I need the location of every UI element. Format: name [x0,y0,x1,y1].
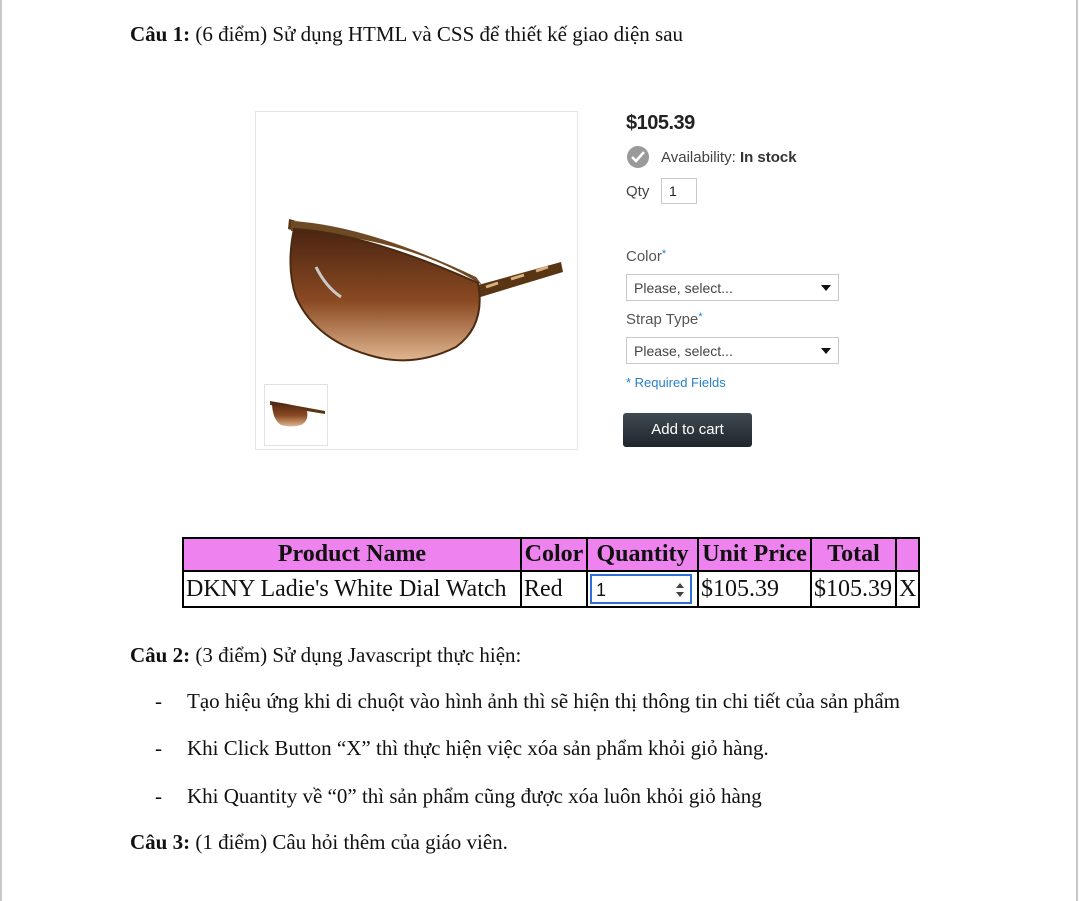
chevron-down-icon [821,348,831,354]
cart-table: Product Name Color Quantity Unit Price T… [182,537,921,608]
header-unit-price: Unit Price [697,537,812,572]
availability-status: Availability: In stock [661,149,797,166]
question-1-text: (6 điểm) Sử dụng HTML và CSS để thiết kế… [190,22,684,46]
color-select-value: Please, select... [634,280,733,296]
page-left-rule [0,0,2,901]
header-remove [894,537,921,572]
availability-label: Availability: [661,149,736,166]
availability-value: In stock [739,149,797,166]
strap-type-select[interactable]: Please, select... [626,337,839,364]
list-item-text: Khi Click Button “X” thì thực hiện việc … [187,736,769,760]
quantity-stepper[interactable]: 1 [590,574,692,604]
add-to-cart-button[interactable]: Add to cart [623,413,752,447]
color-select[interactable]: Please, select... [626,274,839,301]
question-1-label: Câu 1: [130,22,191,46]
header-product-name: Product Name [182,537,522,572]
availability-check-icon [627,146,649,168]
color-label-text: Color [626,248,662,265]
table-row: DKNY Ladie's White Dial Watch Red 1 $105… [182,570,921,608]
strap-type-label: Strap Type* [626,311,703,328]
required-asterisk: * [698,311,703,323]
qty-input[interactable]: 1 [661,178,697,204]
question-2-text: (3 điểm) Sử dụng Javascript thực hiện: [190,643,522,667]
list-item: - Khi Click Button “X” thì thực hiện việc… [155,736,769,761]
header-quantity: Quantity [586,537,699,572]
product-image-frame [255,111,578,450]
list-item: - Tạo hiệu ứng khi di chuột vào hình ảnh … [155,689,900,714]
sunglasses-thumbnail-image [270,401,325,427]
list-item-text: Tạo hiệu ứng khi di chuột vào hình ảnh t… [187,689,900,713]
quantity-value: 1 [596,580,607,600]
cell-product-name: DKNY Ladie's White Dial Watch [182,570,522,608]
bullet-dash: - [155,736,162,760]
list-item-text: Khi Quantity về “0” thì sản phẩm cũng đư… [187,784,762,808]
sunglasses-image[interactable] [286,207,566,372]
required-fields-note: * Required Fields [626,375,726,390]
page-right-rule [1076,0,1078,901]
spinner-arrows-icon[interactable] [676,583,684,597]
color-label: Color* [626,248,666,265]
cell-color: Red [520,570,588,608]
cart-header-row: Product Name Color Quantity Unit Price T… [182,537,921,572]
question-3-text: (1 điểm) Câu hỏi thêm của giáo viên. [190,830,508,854]
question-3-label: Câu 3: [130,830,191,854]
required-asterisk: * [661,248,667,260]
qty-label: Qty [626,183,650,200]
product-price: $105.39 [626,112,695,134]
question-2: Câu 2: (3 điểm) Sử dụng Javascript thực … [130,643,521,668]
question-1: Câu 1: (6 điểm) Sử dụng HTML và CSS để t… [130,22,683,47]
chevron-down-icon [821,285,831,291]
header-total: Total [810,537,897,572]
cell-unit-price: $105.39 [697,570,812,608]
strap-type-label-text: Strap Type [626,311,699,328]
cell-total: $105.39 [810,570,897,608]
cell-quantity: 1 [586,570,699,608]
header-color: Color [520,537,588,572]
bullet-dash: - [155,784,162,808]
list-item: - Khi Quantity về “0” thì sản phẩm cũng đ… [155,784,762,809]
strap-type-select-value: Please, select... [634,343,733,359]
bullet-dash: - [155,689,162,713]
question-2-label: Câu 2: [130,643,191,667]
question-3: Câu 3: (1 điểm) Câu hỏi thêm của giáo vi… [130,830,508,855]
remove-item-button[interactable]: X [894,570,921,608]
product-thumbnail[interactable] [264,384,328,446]
